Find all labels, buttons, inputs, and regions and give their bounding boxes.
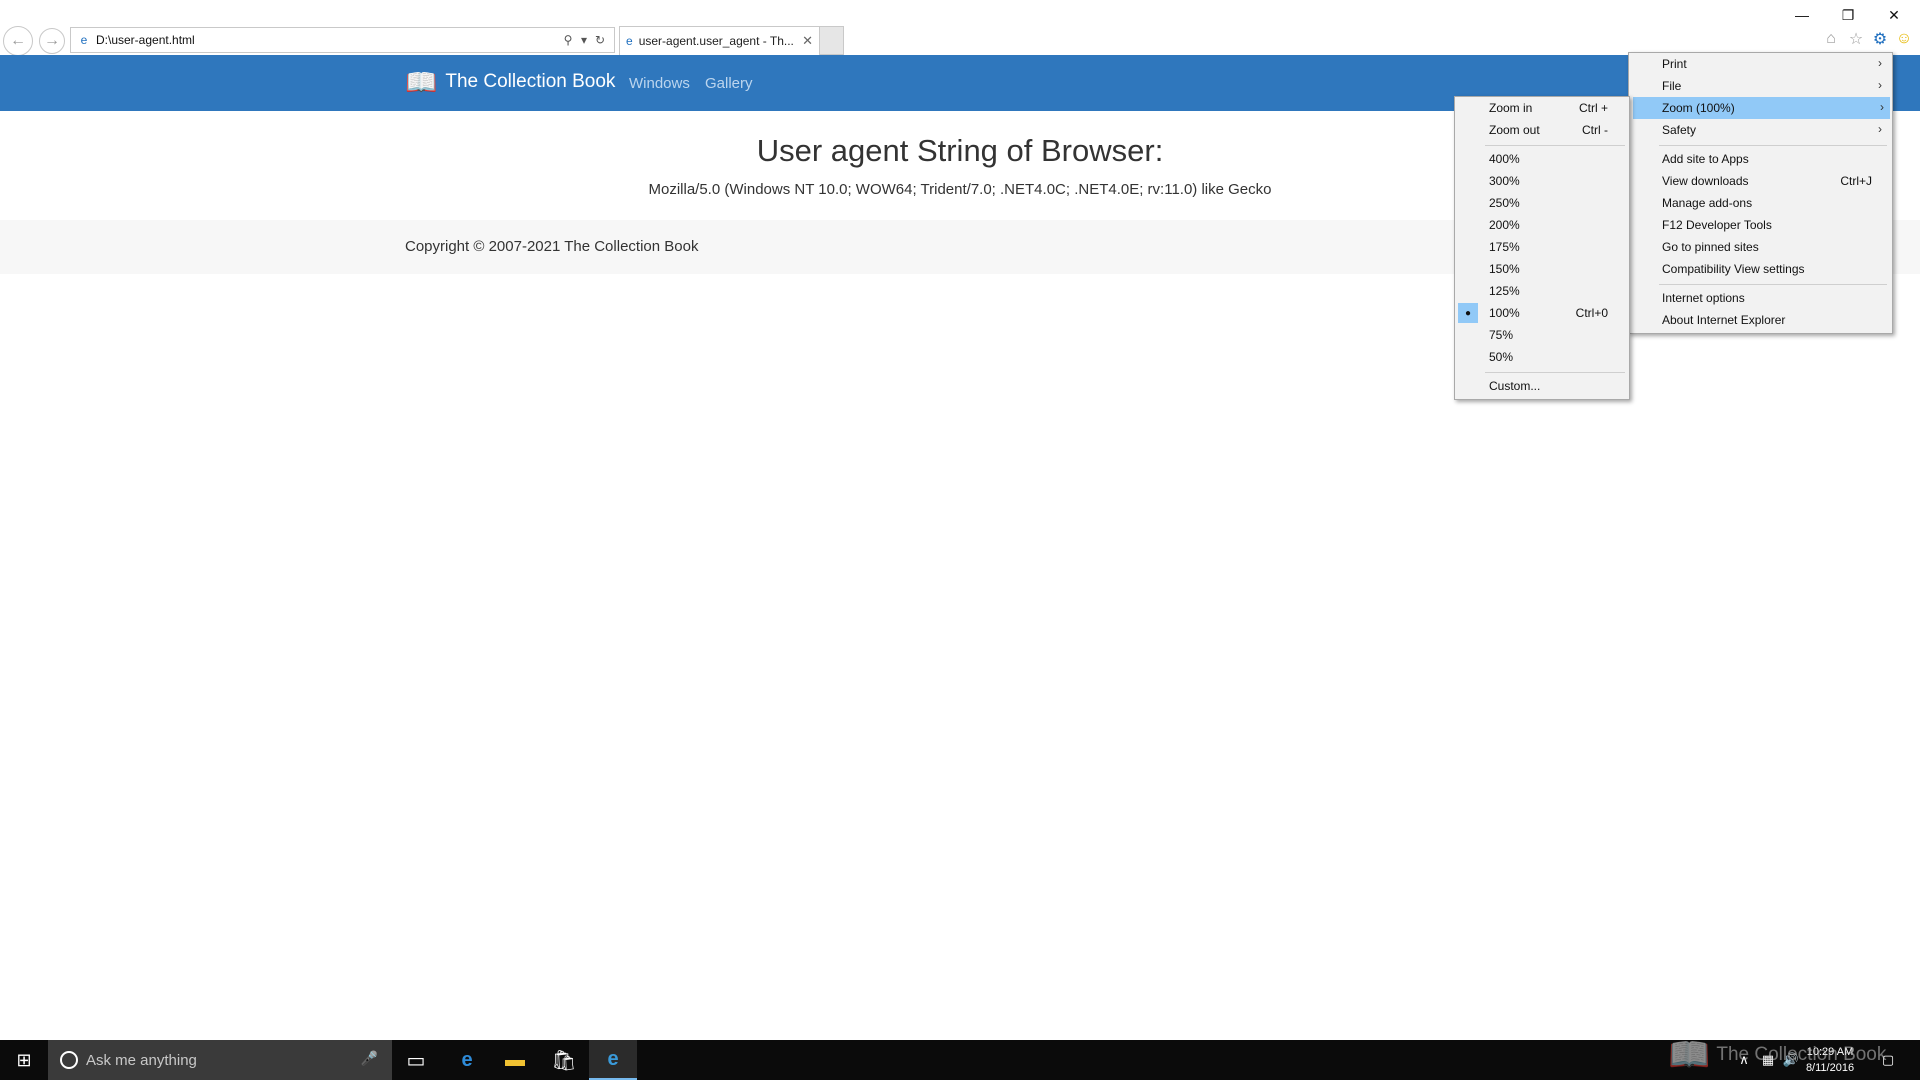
close-window-button[interactable]: ✕ <box>1871 2 1917 28</box>
zoom-submenu: Zoom in Ctrl + Zoom out Ctrl - 400% 300%… <box>1454 96 1630 400</box>
menu-item-zoom-400[interactable]: 400% <box>1455 148 1629 170</box>
back-button[interactable]: ← <box>3 26 33 56</box>
home-icon[interactable]: ⌂ <box>1820 28 1842 50</box>
menu-item-zoom-150[interactable]: 150% <box>1455 258 1629 280</box>
restore-button[interactable]: ❐ <box>1825 2 1871 28</box>
menu-item-zoom-250[interactable]: 250% <box>1455 192 1629 214</box>
tab-title: user-agent.user_agent - Th... <box>638 34 794 48</box>
site-brand[interactable]: 📖 The Collection Book <box>405 69 615 95</box>
menu-item-go-to-pinned-sites[interactable]: Go to pinned sites <box>1629 236 1892 258</box>
shortcut-label: Ctrl + <box>1578 101 1608 115</box>
new-tab-button[interactable] <box>820 26 844 55</box>
search-icon[interactable]: ⚲ <box>560 33 576 47</box>
menu-item-zoom[interactable]: Zoom (100%) › <box>1633 97 1890 119</box>
menu-item-zoom-out[interactable]: Zoom out Ctrl - <box>1455 119 1629 141</box>
search-placeholder: Ask me anything <box>86 1051 197 1069</box>
menu-item-zoom-75[interactable]: 75% <box>1455 324 1629 346</box>
microphone-icon[interactable]: 🎤 <box>361 1050 378 1067</box>
menu-item-zoom-300[interactable]: 300% <box>1455 170 1629 192</box>
menu-separator <box>1659 145 1887 146</box>
menu-item-zoom-125[interactable]: 125% <box>1455 280 1629 302</box>
chevron-right-icon: › <box>1878 122 1882 136</box>
windows-logo-icon: ⊞ <box>16 1049 32 1070</box>
browser-chrome: ← → e D:\user-agent.html ⚲ ▾ ↻ e user-ag… <box>0 0 1920 56</box>
menu-item-view-downloads[interactable]: View downloads Ctrl+J <box>1629 170 1892 192</box>
menu-item-zoom-175[interactable]: 175% <box>1455 236 1629 258</box>
feedback-smiley-icon[interactable]: ☺ <box>1893 28 1915 50</box>
menu-separator <box>1485 372 1625 373</box>
store-icon[interactable]: 🛍 <box>540 1040 588 1080</box>
menu-item-safety[interactable]: Safety › <box>1629 119 1892 141</box>
shortcut-label: Ctrl+J <box>1840 174 1872 188</box>
menu-item-zoom-200[interactable]: 200% <box>1455 214 1629 236</box>
tools-gear-icon[interactable]: ⚙ <box>1869 28 1891 50</box>
address-bar[interactable]: e D:\user-agent.html ⚲ ▾ ↻ <box>70 27 615 53</box>
internet-explorer-icon[interactable]: e <box>589 1040 637 1080</box>
menu-item-print[interactable]: Print › <box>1629 53 1892 75</box>
taskbar: ⊞ Ask me anything 🎤 ▭ e ▬ 🛍 e ∧ ▦ 🔊 10:2… <box>0 1040 1920 1080</box>
menu-item-manage-add-ons[interactable]: Manage add-ons <box>1629 192 1892 214</box>
menu-item-zoom-in[interactable]: Zoom in Ctrl + <box>1455 97 1629 119</box>
chevron-right-icon: › <box>1878 56 1882 70</box>
start-button[interactable]: ⊞ <box>0 1040 48 1080</box>
menu-item-zoom-50[interactable]: 50% <box>1455 346 1629 368</box>
chevron-down-icon[interactable]: ▾ <box>576 33 592 47</box>
refresh-icon[interactable]: ↻ <box>592 33 608 47</box>
menu-item-internet-options[interactable]: Internet options <box>1629 287 1892 309</box>
nav-link-gallery[interactable]: Gallery <box>705 75 753 92</box>
screen: ← → e D:\user-agent.html ⚲ ▾ ↻ e user-ag… <box>0 0 1920 1080</box>
menu-item-file[interactable]: File › <box>1629 75 1892 97</box>
menu-separator <box>1485 145 1625 146</box>
chevron-right-icon: › <box>1878 78 1882 92</box>
watermark-text: The Collection Book <box>1716 1044 1887 1065</box>
favorites-star-icon[interactable]: ☆ <box>1845 28 1867 50</box>
menu-item-compatibility-view[interactable]: Compatibility View settings <box>1629 258 1892 280</box>
forward-button[interactable]: → <box>39 28 65 54</box>
ie-favicon-icon: e <box>626 34 633 48</box>
brand-text: The Collection Book <box>445 71 616 92</box>
watermark: 📖 The Collection Book <box>1668 1035 1886 1075</box>
file-explorer-icon[interactable]: ▬ <box>491 1040 539 1080</box>
tab-active[interactable]: e user-agent.user_agent - Th... ✕ <box>619 26 820 55</box>
minimize-button[interactable]: — <box>1779 2 1825 28</box>
nav-link-windows[interactable]: Windows <box>629 75 690 92</box>
cortana-circle-icon <box>60 1051 78 1069</box>
menu-separator <box>1659 284 1887 285</box>
ie-page-icon: e <box>80 33 88 47</box>
forward-arrow-icon: → <box>44 32 60 49</box>
cortana-search-box[interactable]: Ask me anything 🎤 <box>48 1040 392 1080</box>
menu-item-zoom-custom[interactable]: Custom... <box>1455 375 1629 397</box>
edge-browser-icon[interactable]: e <box>443 1040 491 1080</box>
menu-item-f12-developer-tools[interactable]: F12 Developer Tools <box>1629 214 1892 236</box>
copyright-text: Copyright © 2007-2021 The Collection Boo… <box>405 238 699 255</box>
tools-menu: Print › File › Zoom (100%) › Safety › Ad… <box>1628 52 1893 334</box>
menu-item-zoom-100[interactable]: ● 100% Ctrl+0 <box>1455 302 1629 324</box>
book-watermark-icon: 📖 <box>1668 1036 1711 1074</box>
menu-item-about-ie[interactable]: About Internet Explorer <box>1629 309 1892 331</box>
book-icon: 📖 <box>405 67 438 97</box>
close-tab-icon[interactable]: ✕ <box>802 33 813 49</box>
address-text[interactable]: D:\user-agent.html <box>96 33 560 47</box>
chevron-right-icon: › <box>1880 100 1884 114</box>
shortcut-label: Ctrl - <box>1582 123 1608 137</box>
menu-item-add-site-to-apps[interactable]: Add site to Apps <box>1629 148 1892 170</box>
back-arrow-icon: ← <box>10 32 26 49</box>
shortcut-label: Ctrl+0 <box>1575 306 1608 320</box>
radio-bullet-icon: ● <box>1458 303 1478 323</box>
task-view-icon[interactable]: ▭ <box>392 1040 440 1080</box>
